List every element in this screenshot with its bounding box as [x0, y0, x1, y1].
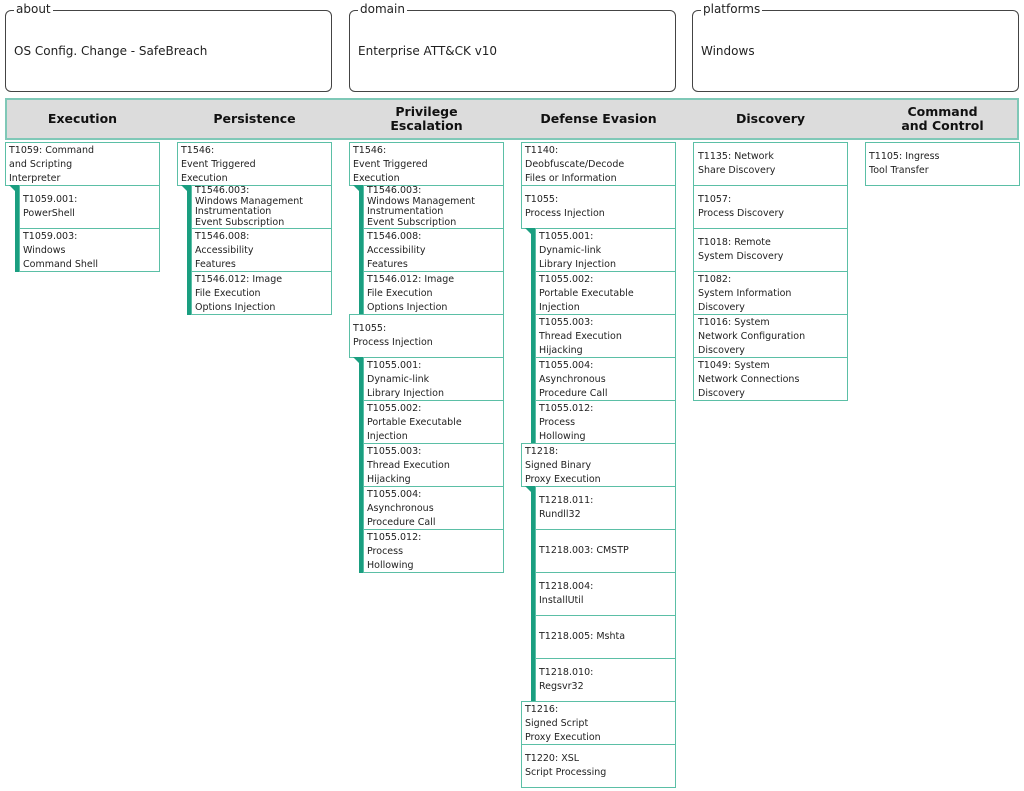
- subtechnique-cell[interactable]: T1055.004: Asynchronous Procedure Call: [363, 486, 504, 530]
- domain-legend: domain: [358, 2, 407, 16]
- technique-cell[interactable]: T1546: Event Triggered Execution: [349, 142, 504, 186]
- subtechnique-cell[interactable]: T1218.003: CMSTP: [535, 529, 676, 573]
- subtechnique-cell[interactable]: T1055.002: Portable Executable Injection: [363, 400, 504, 444]
- expand-indicator-icon[interactable]: [181, 185, 191, 195]
- technique-cell[interactable]: T1016: System Network Configuration Disc…: [693, 314, 848, 358]
- about-value: OS Config. Change - SafeBreach: [14, 44, 208, 58]
- subtechnique-cell[interactable]: T1055.004: Asynchronous Procedure Call: [535, 357, 676, 401]
- platforms-value: Windows: [701, 44, 755, 58]
- subtechnique-cell[interactable]: T1055.003: Thread Execution Hijacking: [535, 314, 676, 358]
- technique-cell[interactable]: T1057: Process Discovery: [693, 185, 848, 229]
- technique-cell[interactable]: T1216: Signed Script Proxy Execution: [521, 701, 676, 745]
- technique-cell[interactable]: T1049: System Network Connections Discov…: [693, 357, 848, 401]
- subtechnique-cell[interactable]: T1218.005: Mshta: [535, 615, 676, 659]
- tactic-header-execution[interactable]: Execution: [5, 98, 160, 140]
- domain-box: domain Enterprise ATT&CK v10: [349, 2, 676, 92]
- expand-indicator-icon[interactable]: [353, 357, 363, 367]
- subtechnique-cell[interactable]: T1055.012: Process Hollowing: [363, 529, 504, 573]
- technique-cell[interactable]: T1140: Deobfuscate/Decode Files or Infor…: [521, 142, 676, 186]
- expand-indicator-icon[interactable]: [353, 185, 363, 195]
- technique-cell[interactable]: T1135: Network Share Discovery: [693, 142, 848, 186]
- subtechnique-cell[interactable]: T1546.012: Image File Execution Options …: [363, 271, 504, 315]
- expand-indicator-icon[interactable]: [9, 185, 19, 195]
- technique-cell[interactable]: T1018: Remote System Discovery: [693, 228, 848, 272]
- subtechnique-cell[interactable]: T1546.003: Windows Management Instrument…: [363, 185, 504, 229]
- tactic-header-persistence[interactable]: Persistence: [177, 98, 332, 140]
- technique-cell[interactable]: T1105: Ingress Tool Transfer: [865, 142, 1020, 186]
- subtechnique-cell[interactable]: T1546.008: Accessibility Features: [191, 228, 332, 272]
- subtechnique-cell[interactable]: T1055.003: Thread Execution Hijacking: [363, 443, 504, 487]
- subtechnique-cell[interactable]: T1218.010: Regsvr32: [535, 658, 676, 702]
- subtechnique-cell[interactable]: T1218.011: Rundll32: [535, 486, 676, 530]
- about-box: about OS Config. Change - SafeBreach: [5, 2, 332, 92]
- subtechnique-cell[interactable]: T1059.003: Windows Command Shell: [19, 228, 160, 272]
- platforms-box: platforms Windows: [692, 2, 1019, 92]
- subtechnique-cell[interactable]: T1055.001: Dynamic-link Library Injectio…: [363, 357, 504, 401]
- about-legend: about: [14, 2, 53, 16]
- subtechnique-cell[interactable]: T1055.001: Dynamic-link Library Injectio…: [535, 228, 676, 272]
- subtechnique-cell[interactable]: T1055.002: Portable Executable Injection: [535, 271, 676, 315]
- domain-value: Enterprise ATT&CK v10: [358, 44, 498, 58]
- subtechnique-cell[interactable]: T1218.004: InstallUtil: [535, 572, 676, 616]
- subtechnique-cell[interactable]: T1546.008: Accessibility Features: [363, 228, 504, 272]
- technique-cell[interactable]: T1055: Process Injection: [521, 185, 676, 229]
- tactic-header-defense-evasion[interactable]: Defense Evasion: [521, 98, 676, 140]
- technique-cell[interactable]: T1082: System Information Discovery: [693, 271, 848, 315]
- technique-cell[interactable]: T1546: Event Triggered Execution: [177, 142, 332, 186]
- platforms-legend: platforms: [701, 2, 763, 16]
- expand-indicator-icon[interactable]: [525, 228, 535, 238]
- technique-cell[interactable]: T1218: Signed Binary Proxy Execution: [521, 443, 676, 487]
- technique-cell[interactable]: T1055: Process Injection: [349, 314, 504, 358]
- technique-cell[interactable]: T1220: XSL Script Processing: [521, 744, 676, 788]
- subtechnique-cell[interactable]: T1546.012: Image File Execution Options …: [191, 271, 332, 315]
- subtechnique-cell[interactable]: T1059.001: PowerShell: [19, 185, 160, 229]
- subtechnique-cell[interactable]: T1055.012: Process Hollowing: [535, 400, 676, 444]
- subtechnique-cell[interactable]: T1546.003: Windows Management Instrument…: [191, 185, 332, 229]
- expand-indicator-icon[interactable]: [525, 486, 535, 496]
- tactic-header-discovery[interactable]: Discovery: [693, 98, 848, 140]
- technique-cell[interactable]: T1059: Command and Scripting Interpreter: [5, 142, 160, 186]
- tactic-header-privilege-escalation[interactable]: Privilege Escalation: [349, 98, 504, 140]
- tactic-header-command-and-control[interactable]: Command and Control: [865, 98, 1020, 140]
